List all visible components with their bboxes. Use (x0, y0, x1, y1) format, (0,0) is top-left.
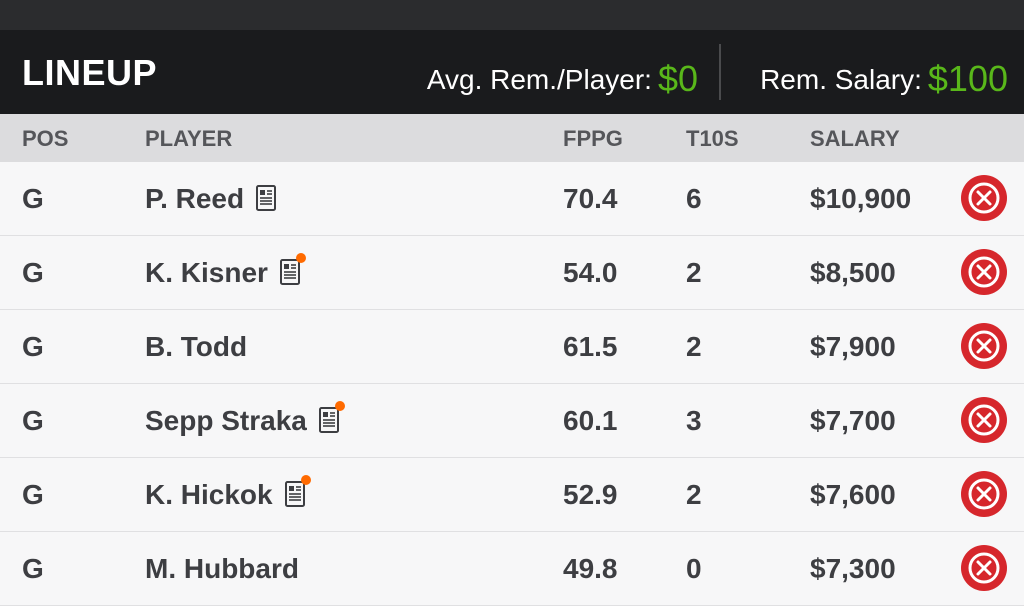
position-cell: G (22, 257, 44, 288)
column-headers: POS PLAYER FPPG T10S SALARY (0, 114, 1024, 162)
player-news-icon[interactable] (256, 185, 277, 211)
avg-remaining-per-player: Avg. Rem./Player: $0 (426, 56, 698, 99)
column-header-t10s[interactable]: T10S (686, 126, 739, 152)
remove-player-button[interactable] (961, 545, 1007, 591)
player-cell: B. Todd (145, 331, 247, 363)
player-news-icon[interactable] (318, 401, 345, 433)
column-header-pos[interactable]: POS (22, 126, 68, 152)
header-divider (719, 44, 721, 100)
salary-cell: $7,600 (810, 479, 896, 510)
fppg-cell: 70.4 (563, 183, 618, 214)
remaining-salary-value: $100 (927, 58, 1008, 99)
t10s-cell: 0 (686, 553, 702, 584)
salary-cell: $10,900 (810, 183, 912, 214)
close-icon (968, 256, 1000, 288)
player-cell: K. Hickok (145, 475, 311, 511)
player-name[interactable]: M. Hubbard (145, 553, 299, 584)
salary-cell: $7,900 (810, 331, 896, 362)
player-cell: Sepp Straka (145, 401, 345, 437)
player-cell: K. Kisner (145, 253, 306, 289)
table-row: G P. Reed 70.4 6 $10,900 (0, 162, 1024, 236)
lineup-table: G P. Reed 70.4 6 $10,900 G K. Kisner 54.… (0, 162, 1024, 606)
news-alert-dot (295, 253, 306, 263)
close-icon (968, 404, 1000, 436)
remove-player-button[interactable] (961, 471, 1007, 517)
news-alert-dot (300, 475, 311, 485)
player-name[interactable]: B. Todd (145, 331, 247, 362)
remaining-salary-label: Rem. Salary: (760, 64, 922, 95)
position-cell: G (22, 331, 44, 362)
avg-remaining-value: $0 (657, 58, 698, 99)
salary-cell: $8,500 (810, 257, 896, 288)
top-strip (0, 0, 1024, 30)
fppg-cell: 54.0 (563, 257, 618, 288)
close-icon (968, 478, 1000, 510)
table-row: G K. Kisner 54.0 2 $8,500 (0, 236, 1024, 310)
column-header-player[interactable]: PLAYER (145, 126, 232, 152)
player-name[interactable]: Sepp Straka (145, 405, 307, 436)
column-header-salary[interactable]: SALARY (810, 126, 900, 152)
position-cell: G (22, 553, 44, 584)
fppg-cell: 61.5 (563, 331, 618, 362)
t10s-cell: 2 (686, 479, 702, 510)
lineup-header: LINEUP Avg. Rem./Player: $0 Rem. Salary: $… (0, 30, 1024, 114)
remove-player-button[interactable] (961, 323, 1007, 369)
news-alert-dot (334, 401, 345, 411)
fppg-cell: 52.9 (563, 479, 618, 510)
position-cell: G (22, 405, 44, 436)
player-news-icon[interactable] (279, 253, 306, 285)
fppg-cell: 49.8 (563, 553, 618, 584)
close-icon (968, 330, 1000, 362)
close-icon (968, 552, 1000, 584)
player-cell: P. Reed (145, 183, 277, 215)
t10s-cell: 2 (686, 331, 702, 362)
column-header-fppg[interactable]: FPPG (563, 126, 623, 152)
table-row: G B. Todd 61.5 2 $7,900 (0, 310, 1024, 384)
salary-cell: $7,700 (810, 405, 896, 436)
salary-cell: $7,300 (810, 553, 896, 584)
table-row: G M. Hubbard 49.8 0 $7,300 (0, 532, 1024, 606)
player-name[interactable]: P. Reed (145, 183, 244, 214)
t10s-cell: 3 (686, 405, 702, 436)
table-row: G K. Hickok 52.9 2 $7,600 (0, 458, 1024, 532)
remove-player-button[interactable] (961, 249, 1007, 295)
remove-player-button[interactable] (961, 397, 1007, 443)
table-row: G Sepp Straka 60.1 3 $7,700 (0, 384, 1024, 458)
t10s-cell: 2 (686, 257, 702, 288)
avg-remaining-label: Avg. Rem./Player: (426, 64, 652, 95)
lineup-title: LINEUP (22, 52, 158, 93)
player-name[interactable]: K. Kisner (145, 257, 268, 288)
player-cell: M. Hubbard (145, 553, 299, 585)
remaining-salary: Rem. Salary: $100 (760, 56, 1008, 99)
fppg-cell: 60.1 (563, 405, 618, 436)
remove-player-button[interactable] (961, 175, 1007, 221)
t10s-cell: 6 (686, 183, 702, 214)
player-news-icon[interactable] (284, 475, 311, 507)
player-name[interactable]: K. Hickok (145, 479, 273, 510)
close-icon (968, 182, 1000, 214)
position-cell: G (22, 479, 44, 510)
position-cell: G (22, 183, 44, 214)
